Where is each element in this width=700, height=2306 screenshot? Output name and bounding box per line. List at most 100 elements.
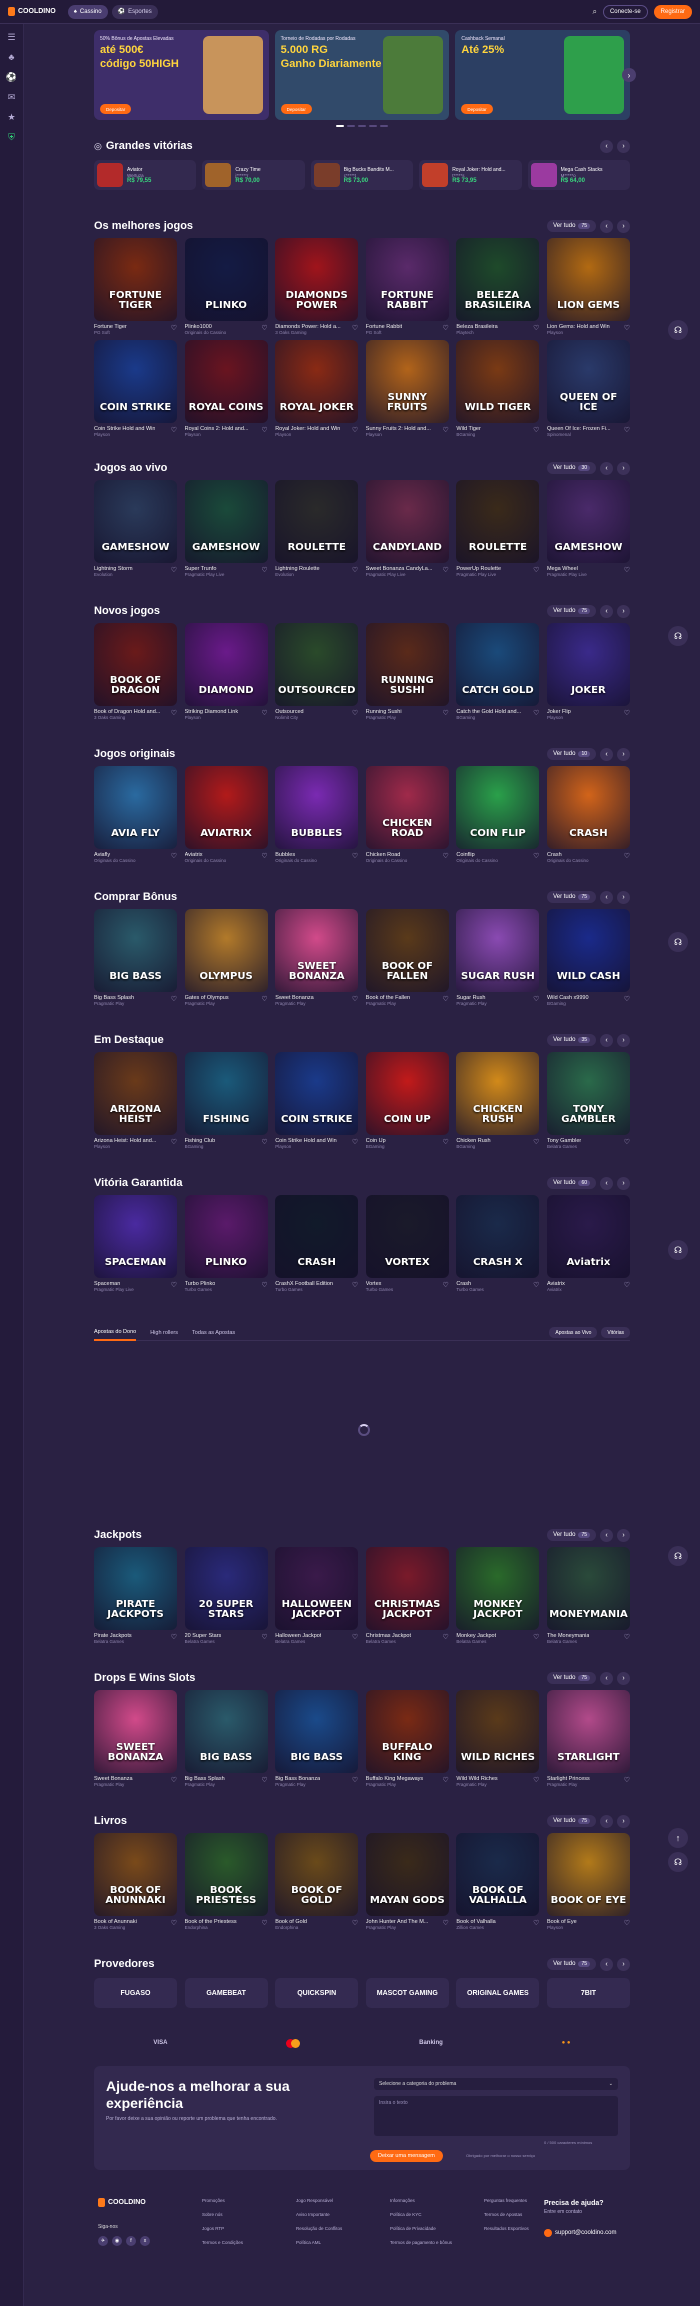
game-card[interactable]: AVIATRIX Aviatrix Originais do Cassino ♡ [184, 766, 268, 866]
favorite-heart-icon[interactable]: ♡ [171, 1776, 177, 1784]
favorite-heart-icon[interactable]: ♡ [171, 709, 177, 717]
game-thumbnail[interactable]: CHICKEN ROAD [365, 766, 449, 849]
support-chat-icon[interactable]: ☊ [668, 320, 688, 340]
favorite-heart-icon[interactable]: ♡ [352, 1138, 358, 1146]
prev-arrow-icon[interactable]: ‹ [600, 219, 613, 233]
game-thumbnail[interactable]: BOOK OF EYE [546, 1833, 630, 1916]
see-all-button[interactable]: Ver tudo 75 [547, 1672, 596, 1684]
prev-arrow-icon[interactable]: ‹ [600, 1176, 613, 1190]
game-card[interactable]: SUNNY FRUITS Sunny Fruits 2: Hold and... P… [365, 340, 449, 440]
nav-casino-button[interactable]: ♠ Cassino [67, 4, 108, 19]
favorite-heart-icon[interactable]: ♡ [443, 324, 449, 332]
see-all-button[interactable]: Ver tudo 75 [547, 1815, 596, 1827]
favorite-heart-icon[interactable]: ♡ [352, 852, 358, 860]
game-thumbnail[interactable]: STARLIGHT [546, 1690, 630, 1773]
next-arrow-icon[interactable]: › [622, 68, 636, 82]
next-arrow-icon[interactable]: › [617, 1176, 630, 1190]
game-card[interactable]: HALLOWEEN JACKPOT Halloween Jackpot Belatr… [275, 1547, 359, 1647]
game-card[interactable]: BOOK OF VALHALLA Book of Valhalla Zillion … [456, 1833, 540, 1933]
favorite-heart-icon[interactable]: ♡ [261, 852, 267, 860]
footer-link[interactable]: Sobre nós [202, 2212, 296, 2217]
game-thumbnail[interactable]: BUBBLES [275, 766, 359, 849]
game-card[interactable]: LION GEMS Lion Gems: Hold and Win Playson ♡ [546, 238, 630, 338]
game-card[interactable]: ROYAL JOKER Royal Joker: Hold and Win Play… [275, 340, 359, 440]
game-thumbnail[interactable]: COIN STRIKE [94, 340, 177, 423]
scroll-top-icon[interactable]: ↑ [668, 1828, 688, 1848]
favorite-heart-icon[interactable]: ♡ [171, 995, 177, 1003]
game-thumbnail[interactable]: CRASH [275, 1195, 359, 1278]
favorite-heart-icon[interactable]: ♡ [624, 1281, 630, 1289]
game-card[interactable]: VORTEX Vortex Turbo Games ♡ [365, 1195, 449, 1295]
game-card[interactable]: FISHING Fishing Club BGaming ♡ [184, 1052, 268, 1152]
favorite-heart-icon[interactable]: ♡ [171, 566, 177, 574]
game-card[interactable]: PLINKO Turbo Plinko Turbo Games ♡ [184, 1195, 268, 1295]
game-thumbnail[interactable]: MAYAN GODS [365, 1833, 449, 1916]
favorite-heart-icon[interactable]: ♡ [261, 709, 267, 717]
game-card[interactable]: CHICKEN RUSH Chicken Rush BGaming ♡ [456, 1052, 540, 1152]
footer-link[interactable]: Política de KYC [390, 2212, 484, 2217]
big-win-item[interactable]: Big Bucks Bandits M... c*****t R$ 73,00 [310, 160, 414, 190]
favorite-heart-icon[interactable]: ♡ [533, 1281, 539, 1289]
big-win-item[interactable]: Aviator Wertuza R$ 79,55 [94, 160, 197, 190]
favorite-heart-icon[interactable]: ♡ [261, 324, 267, 332]
game-card[interactable]: WILD CASH Wild Cash x9990 BGaming ♡ [546, 909, 630, 1009]
facebook-icon[interactable]: f [126, 2236, 136, 2246]
game-thumbnail[interactable]: BOOK OF DRAGON [94, 623, 177, 706]
game-thumbnail[interactable]: AVIA FLY [94, 766, 177, 849]
favorite-heart-icon[interactable]: ♡ [624, 426, 630, 434]
favorite-heart-icon[interactable]: ♡ [624, 709, 630, 717]
game-thumbnail[interactable]: BELEZA BRASILEIRA [456, 238, 540, 321]
next-arrow-icon[interactable]: › [617, 219, 630, 233]
game-card[interactable]: WILD RICHES Wild Wild Riches Pragmatic Pla… [456, 1690, 540, 1790]
favorite-heart-icon[interactable]: ♡ [533, 1138, 539, 1146]
prev-arrow-icon[interactable]: ‹ [600, 1033, 613, 1047]
game-card[interactable]: COIN UP Coin Up BGaming ♡ [365, 1052, 449, 1152]
live-bets-toggle[interactable]: Apostas ao Vivo [549, 1327, 598, 1338]
game-card[interactable]: PIRATE JACKPOTS Pirate Jackpots Belatra Ga… [94, 1547, 177, 1647]
prev-arrow-icon[interactable]: ‹ [600, 1528, 613, 1542]
game-thumbnail[interactable]: BOOK OF ANUNNAKI [94, 1833, 177, 1916]
game-thumbnail[interactable]: WILD TIGER [456, 340, 540, 423]
nav-sports-button[interactable]: ⚽ Esportes [111, 4, 158, 19]
see-all-button[interactable]: Ver tudo 60 [547, 1177, 596, 1189]
footer-link[interactable]: Jogo Responsável [296, 2198, 390, 2203]
favorite-heart-icon[interactable]: ♡ [171, 852, 177, 860]
game-thumbnail[interactable]: OLYMPUS [184, 909, 268, 992]
favorite-heart-icon[interactable]: ♡ [352, 324, 358, 332]
favorite-heart-icon[interactable]: ♡ [624, 1776, 630, 1784]
game-thumbnail[interactable]: MONKEY JACKPOT [456, 1547, 540, 1630]
game-thumbnail[interactable]: ROYAL JOKER [275, 340, 359, 423]
game-card[interactable]: BIG BASS Big Bass Splash Pragmatic Play ♡ [184, 1690, 268, 1790]
prev-arrow-icon[interactable]: ‹ [600, 1671, 613, 1685]
next-arrow-icon[interactable]: › [617, 1814, 630, 1828]
support-chat-icon[interactable]: ☊ [668, 1852, 688, 1872]
deposit-button[interactable]: Depositar [461, 104, 493, 114]
favorite-heart-icon[interactable]: ♡ [533, 566, 539, 574]
game-card[interactable]: SWEET BONANZA Sweet Bonanza Pragmatic Play… [275, 909, 359, 1009]
footer-link[interactable]: Aviso Importante [296, 2212, 390, 2217]
provider-logo[interactable]: QUICKSPIN [275, 1978, 359, 2008]
game-thumbnail[interactable]: HALLOWEEN JACKPOT [275, 1547, 359, 1630]
support-chat-icon[interactable]: ☊ [668, 626, 688, 646]
favorite-heart-icon[interactable]: ♡ [261, 995, 267, 1003]
favorite-heart-icon[interactable]: ♡ [352, 566, 358, 574]
favorite-heart-icon[interactable]: ♡ [624, 995, 630, 1003]
game-thumbnail[interactable]: AVIATRIX [184, 766, 268, 849]
game-card[interactable]: CRASH X Crash Turbo Games ♡ [456, 1195, 540, 1295]
see-all-button[interactable]: Ver tudo 75 [547, 1529, 596, 1541]
game-thumbnail[interactable]: LION GEMS [546, 238, 630, 321]
prev-arrow-icon[interactable]: ‹ [600, 604, 613, 618]
game-card[interactable]: CRASH CrashX Football Edition Turbo Games ♡ [275, 1195, 359, 1295]
game-card[interactable]: PLINKO Plinko1000 Originais do Cassino ♡ [184, 238, 268, 338]
support-chat-icon[interactable]: ☊ [668, 1546, 688, 1566]
favorite-heart-icon[interactable]: ♡ [533, 1776, 539, 1784]
game-thumbnail[interactable]: GAMESHOW [184, 480, 268, 563]
footer-link[interactable]: Termos e Condições [202, 2240, 296, 2245]
favorite-heart-icon[interactable]: ♡ [443, 426, 449, 434]
favorite-heart-icon[interactable]: ♡ [533, 709, 539, 717]
game-thumbnail[interactable]: BOOK OF GOLD [275, 1833, 359, 1916]
game-card[interactable]: BUFFALO KING Buffalo King Megaways Pragmat… [365, 1690, 449, 1790]
game-card[interactable]: OUTSOURCED Outsourced Nolimit City ♡ [275, 623, 359, 723]
prev-arrow-icon[interactable]: ‹ [600, 1814, 613, 1828]
feedback-textarea[interactable]: Insira o texto [374, 2096, 618, 2136]
